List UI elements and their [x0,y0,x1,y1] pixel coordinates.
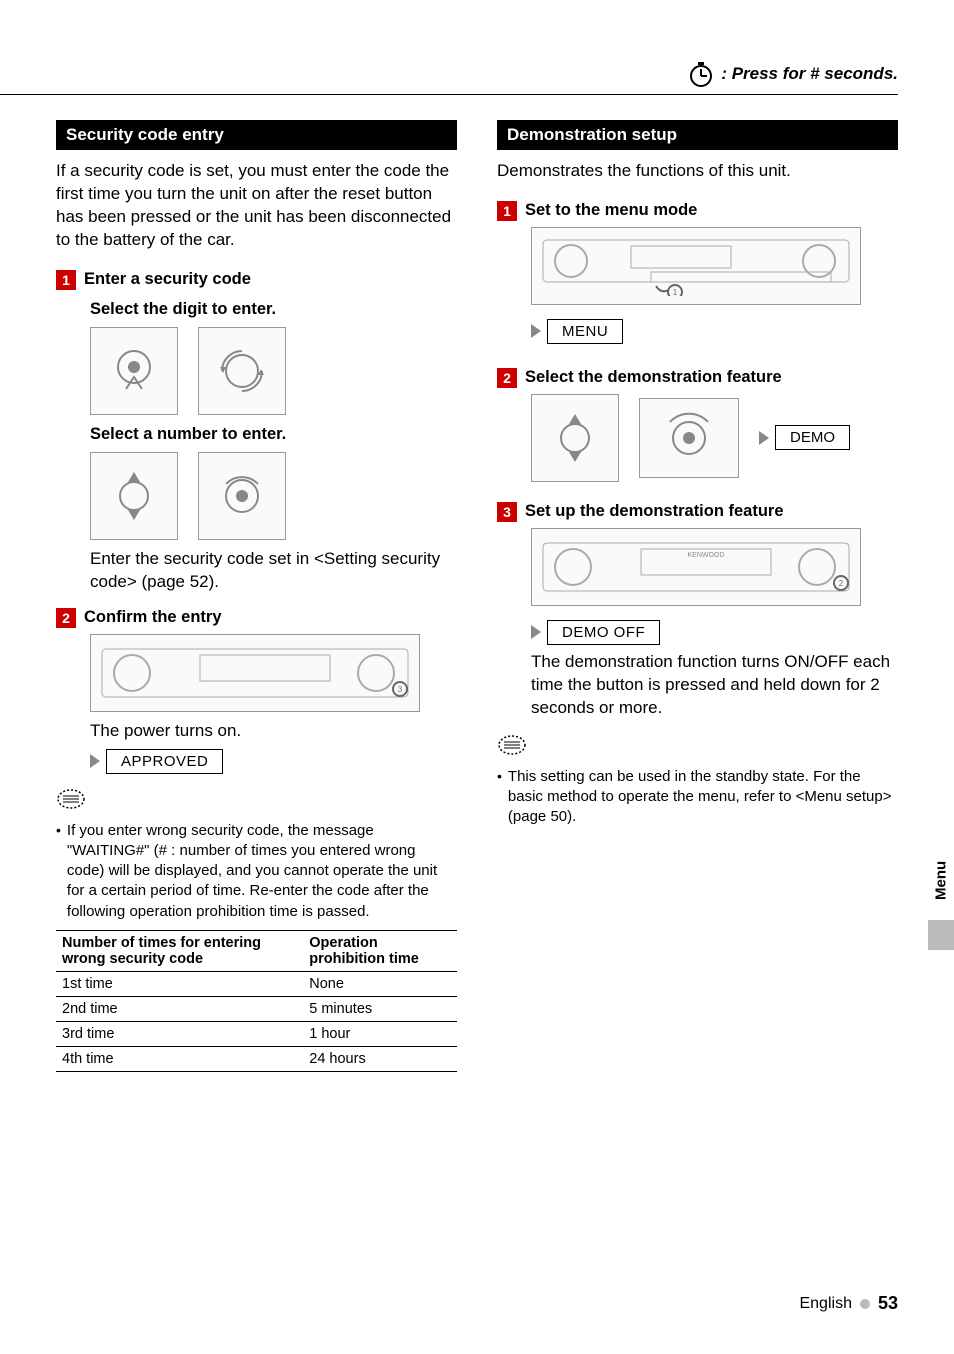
note-demo: • This setting can be used in the standb… [497,767,898,828]
footer-dot-icon [860,1299,870,1309]
svg-text:1: 1 [673,288,678,296]
section-title-security: Security code entry [56,120,457,150]
left-column: Security code entry If a security code i… [56,120,457,1072]
display-text: DEMO [775,425,850,450]
note-wrong-code: • If you enter wrong security code, the … [56,821,457,922]
knob-updown-illustration [90,452,178,540]
table-header-time: Operation prohibition time [303,930,457,971]
step-number: 3 [497,502,517,522]
substep-select-digit: Select the digit to enter. [90,300,457,319]
demo-step-1: 1 Set to the menu mode 1 [497,201,898,344]
security-step-1: 1 Enter a security code Select the digit… [56,270,457,594]
svg-text:KENWOOD: KENWOOD [688,552,725,559]
footer: English 53 [799,1293,898,1314]
display-approved: APPROVED [90,749,223,774]
display-text: MENU [547,319,623,344]
step1-body: Enter the security code set in <Setting … [90,548,457,594]
press-for-seconds-legend: : Press for # seconds. [687,60,898,88]
bullet-dot: • [497,767,502,828]
display-text: DEMO OFF [547,620,660,645]
security-step-2: 2 Confirm the entry 3 [56,608,457,774]
demo-step-2: 2 Select the demonstration feature [497,368,898,482]
step-title: Confirm the entry [84,608,222,627]
step-number: 2 [497,368,517,388]
triangle-icon [531,625,541,639]
footer-page-number: 53 [878,1293,898,1314]
side-tab-gray [928,920,954,950]
knob-rotate-illustration [639,398,739,478]
step-number: 2 [56,608,76,628]
security-intro: If a security code is set, you must ente… [56,160,457,252]
right-column: Demonstration setup Demonstrates the fun… [497,120,898,1072]
faceplate-illustration: 3 [90,634,420,712]
bullet-dot: • [56,821,61,922]
display-demo-off: DEMO OFF [531,620,660,645]
table-row: 1st time None [56,971,457,996]
faceplate-menu-illustration: 1 [531,227,861,305]
table-header-attempts: Number of times for entering wrong secur… [56,930,303,971]
note-icon [56,788,457,815]
prohibition-table: Number of times for entering wrong secur… [56,930,457,1072]
knob-rotate-illustration-2 [198,452,286,540]
table-row: 2nd time 5 minutes [56,996,457,1021]
step-number: 1 [56,270,76,290]
cell-attempt: 4th time [56,1046,303,1071]
demo-intro: Demonstrates the functions of this unit. [497,160,898,183]
side-tab: Menu [928,840,954,950]
svg-text:3: 3 [398,685,403,694]
section-title-demo: Demonstration setup [497,120,898,150]
note-text: If you enter wrong security code, the me… [67,821,457,922]
display-text: APPROVED [106,749,223,774]
step3-body: The demonstration function turns ON/OFF … [531,651,898,720]
note-text: This setting can be used in the standby … [508,767,898,828]
footer-lang: English [799,1295,851,1313]
cell-attempt: 1st time [56,971,303,996]
knob-press-illustration [90,327,178,415]
table-row: 4th time 24 hours [56,1046,457,1071]
cell-time: 24 hours [303,1046,457,1071]
knob-updown-illustration [531,394,619,482]
display-menu: MENU [531,319,623,344]
triangle-icon [90,754,100,768]
triangle-icon [759,431,769,445]
cell-time: None [303,971,457,996]
cell-time: 5 minutes [303,996,457,1021]
step-title: Set to the menu mode [525,201,697,220]
cell-attempt: 2nd time [56,996,303,1021]
top-rule [0,94,898,95]
triangle-icon [531,324,541,338]
press-for-seconds-text: : Press for # seconds. [721,64,898,84]
step2-body: The power turns on. [90,720,457,743]
knob-rotate-illustration [198,327,286,415]
step-number: 1 [497,201,517,221]
cell-time: 1 hour [303,1021,457,1046]
step-title: Enter a security code [84,270,251,289]
note-icon [497,734,898,761]
faceplate-demo-illustration: KENWOOD 2 [531,528,861,606]
demo-step-3: 3 Set up the demonstration feature KENWO… [497,502,898,720]
side-tab-label: Menu [928,840,954,920]
substep-select-number: Select a number to enter. [90,425,457,444]
step-title: Set up the demonstration feature [525,502,784,521]
table-row: 3rd time 1 hour [56,1021,457,1046]
step-title: Select the demonstration feature [525,368,782,387]
svg-text:2: 2 [839,579,844,588]
cell-attempt: 3rd time [56,1021,303,1046]
stopwatch-icon [687,60,715,88]
